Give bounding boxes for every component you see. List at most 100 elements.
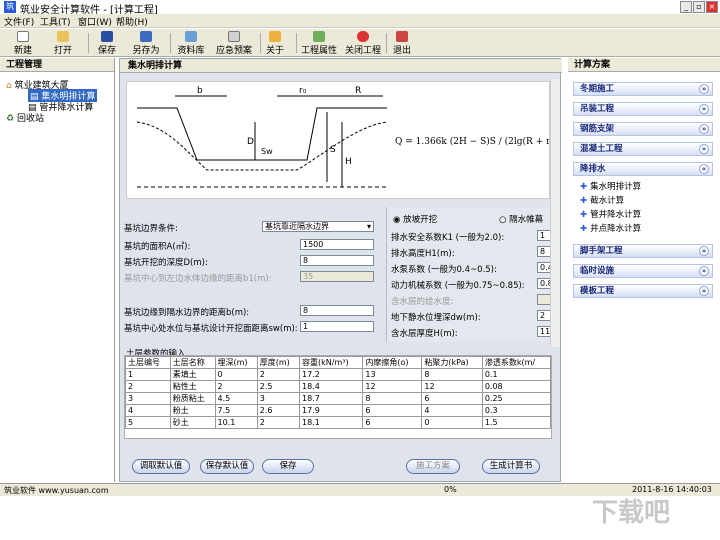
depth-input[interactable]: 8 [300, 255, 374, 266]
table-cell[interactable]: 18.7 [299, 392, 364, 405]
radio-slope[interactable]: ◉ 放坡开挖 [393, 213, 437, 225]
close-window-button[interactable]: × [706, 1, 718, 13]
construction-plan-button[interactable]: 施工方案 [406, 459, 460, 474]
about-button[interactable]: 关于 [264, 31, 286, 56]
table-cell[interactable]: 砂土 [169, 416, 216, 429]
pump-coef-input[interactable]: 0.4 [537, 262, 551, 273]
table-cell[interactable]: 17.2 [299, 368, 364, 381]
table-row[interactable]: 1 素填土 0 2 17.2 13 8 0.1 [125, 368, 552, 381]
sub-drainage[interactable]: ✚ 集水明排计算 [580, 180, 641, 192]
table-cell[interactable]: 粉质粘土 [169, 392, 216, 405]
power-coef-input[interactable]: 0.8 [537, 278, 551, 289]
save-calc-button[interactable]: 保存 [262, 459, 314, 474]
table-cell[interactable]: 粘性土 [169, 380, 216, 393]
cat-formwork[interactable]: 模板工程» [573, 284, 713, 298]
table-cell[interactable]: 0.1 [481, 368, 552, 381]
sub-cutoff[interactable]: ✚ 截水计算 [580, 194, 624, 206]
table-cell[interactable]: 4 [125, 404, 171, 417]
table-cell[interactable]: 0.25 [481, 392, 552, 405]
project-properties-button[interactable]: 工程属性 [300, 31, 338, 56]
table-cell[interactable]: 2 [214, 380, 258, 393]
cat-lifting[interactable]: 吊装工程» [573, 102, 713, 116]
cat-rebar[interactable]: 钢筋支架» [573, 122, 713, 136]
load-defaults-button[interactable]: 调取默认值 [132, 459, 190, 474]
table-cell[interactable]: 8 [362, 392, 423, 405]
table-cell[interactable]: 2 [256, 368, 301, 381]
table-cell[interactable]: 1.5 [481, 416, 552, 429]
table-cell[interactable]: 3 [256, 392, 301, 405]
menu-window[interactable]: 窗口(W) [78, 15, 112, 28]
table-cell[interactable]: 1 [125, 368, 171, 381]
table-cell[interactable]: 12 [362, 380, 423, 393]
table-cell[interactable]: 6 [421, 392, 483, 405]
table-cell[interactable]: 0.08 [481, 380, 552, 393]
dw-input[interactable]: 2 [537, 310, 551, 321]
table-cell[interactable]: 2 [125, 380, 171, 393]
table-cell[interactable]: 2.6 [256, 404, 301, 417]
toolbar: 新建 打开 保存 另存为 资料库 应急预案 关于 工程属性 关闭工程 退出 [0, 29, 720, 57]
cat-dewatering[interactable]: 降排水 « [573, 162, 713, 176]
table-cell[interactable]: 18.4 [299, 380, 364, 393]
b1-input[interactable]: 35 [300, 271, 374, 282]
radio-curtain[interactable]: ○ 隔水帷幕 [499, 213, 543, 225]
tree-item-recycle[interactable]: ♻ 回收站 [6, 111, 44, 124]
save-defaults-button[interactable]: 保存默认值 [200, 459, 254, 474]
calculation-panel: 集水明排计算 b r₀ R D Sw S H Q = 1.366k (2H − … [119, 58, 562, 482]
table-row[interactable]: 5 砂土 10.1 2 18.1 6 0 1.5 [125, 416, 552, 429]
save-as-button[interactable]: 另存为 [128, 31, 164, 56]
emergency-plan-button[interactable]: 应急预案 [212, 31, 256, 56]
cat-scaffold[interactable]: 脚手架工程» [573, 244, 713, 258]
table-cell[interactable]: 7.5 [214, 404, 258, 417]
sub-wellpoint[interactable]: ✚ 井点降水计算 [580, 222, 641, 234]
table-cell[interactable]: 13 [362, 368, 423, 381]
table-cell[interactable]: 粉土 [169, 404, 216, 417]
save-button[interactable]: 保存 [94, 31, 120, 56]
generate-report-button[interactable]: 生成计算书 [482, 459, 540, 474]
table-cell[interactable]: 3 [125, 392, 171, 405]
table-row[interactable]: 2 粘性土 2 2.5 18.4 12 12 0.08 [125, 380, 552, 393]
table-cell[interactable]: 5 [125, 416, 171, 429]
table-cell[interactable]: 6 [362, 416, 423, 429]
menu-help[interactable]: 帮助(H) [116, 15, 148, 28]
table-cell[interactable]: 10.1 [214, 416, 258, 429]
sub-well[interactable]: ✚ 管井降水计算 [580, 208, 641, 220]
chevron-down-icon: ▾ [366, 222, 371, 231]
cat-temporary[interactable]: 临时设施» [573, 264, 713, 278]
table-cell[interactable]: 2 [256, 416, 301, 429]
area-input[interactable]: 1500 [300, 239, 374, 250]
table-cell[interactable]: 0 [421, 416, 483, 429]
k1-input[interactable]: 1 [537, 230, 551, 241]
sw-input[interactable]: 1 [300, 321, 374, 332]
menu-file[interactable]: 文件(F) [4, 15, 34, 28]
table-cell[interactable]: 17.9 [299, 404, 364, 417]
restore-button[interactable]: ▫ [693, 1, 705, 13]
open-button[interactable]: 打开 [50, 31, 76, 56]
table-cell[interactable]: 0 [214, 368, 258, 381]
table-cell[interactable]: 4.5 [214, 392, 258, 405]
boundary-select[interactable]: 基坑靠近隔水边界 ▾ [262, 221, 374, 232]
close-project-button[interactable]: 关闭工程 [344, 31, 382, 56]
table-cell[interactable]: 4 [421, 404, 483, 417]
table-cell[interactable]: 12 [421, 380, 483, 393]
menu-tools[interactable]: 工具(T) [40, 15, 71, 28]
chevron-down-icon: » [699, 286, 709, 296]
table-row[interactable]: 4 粉土 7.5 2.6 17.9 6 4 0.3 [125, 404, 552, 417]
new-button[interactable]: 新建 [10, 31, 36, 56]
h1-input[interactable]: 8 [537, 246, 551, 257]
table-cell[interactable]: 2.5 [256, 380, 301, 393]
table-cell[interactable]: 素填土 [169, 368, 216, 381]
library-button[interactable]: 资料库 [176, 31, 206, 56]
table-row[interactable]: 3 粉质粘土 4.5 3 18.7 8 6 0.25 [125, 392, 552, 405]
exit-button[interactable]: 退出 [390, 31, 414, 56]
minimize-button[interactable]: _ [680, 1, 692, 13]
table-cell[interactable]: 8 [421, 368, 483, 381]
table-cell[interactable]: 0.3 [481, 404, 552, 417]
yield-input[interactable] [537, 294, 551, 305]
vertical-scrollbar[interactable] [550, 79, 560, 347]
table-cell[interactable]: 18.1 [299, 416, 364, 429]
h-input[interactable]: 11 [537, 326, 551, 337]
cat-concrete[interactable]: 混凝土工程» [573, 142, 713, 156]
cat-winter[interactable]: 冬期施工» [573, 82, 713, 96]
b-input[interactable]: 8 [300, 305, 374, 316]
table-cell[interactable]: 6 [362, 404, 423, 417]
